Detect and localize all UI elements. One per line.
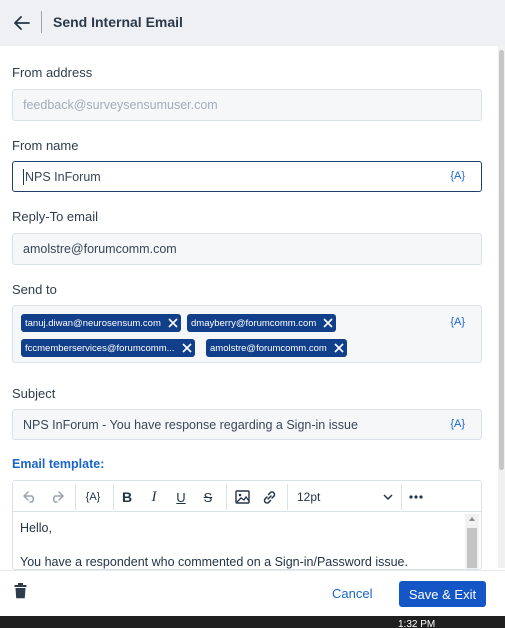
page-scrollbar-thumb[interactable] [499, 50, 504, 470]
strikethrough-icon[interactable]: S [197, 486, 219, 508]
bold-icon[interactable]: B [116, 486, 138, 508]
redo-icon[interactable] [46, 486, 68, 508]
cancel-button[interactable]: Cancel [332, 586, 372, 601]
close-icon[interactable] [165, 315, 181, 331]
reply-to-input[interactable]: amolstre@forumcomm.com [12, 233, 482, 265]
taskbar-clock: 1:32 PM [398, 619, 436, 628]
text-caret [23, 169, 24, 185]
font-size-select[interactable]: 12pt [295, 486, 397, 508]
recipient-chip: dmayberry@forumcomm.com [187, 314, 337, 332]
insert-variable-button[interactable]: {A} [81, 486, 105, 508]
toolbar-divider [401, 484, 402, 510]
header: Send Internal Email [0, 0, 505, 46]
save-exit-button[interactable]: Save & Exit [399, 581, 486, 607]
recipient-chip: fccmemberservices@forumcomm... [21, 339, 195, 357]
recipient-email: dmayberry@forumcomm.com [191, 317, 317, 329]
email-body-line: Hello, [20, 521, 52, 535]
insert-variable-button[interactable]: {A} [450, 418, 465, 430]
taskbar: 1:32 PM [0, 616, 505, 628]
send-to-label: Send to [12, 282, 57, 297]
trash-icon[interactable] [14, 583, 30, 601]
send-to-field[interactable]: tanuj.diwan@neurosensum.com dmayberry@fo… [12, 305, 482, 363]
back-arrow-icon[interactable] [10, 11, 34, 35]
recipient-email: amolstre@forumcomm.com [210, 342, 327, 354]
recipient-email: fccmemberservices@forumcomm... [25, 342, 175, 354]
email-template-label: Email template: [12, 457, 105, 471]
from-address-field[interactable]: feedback@surveysensumuser.com [12, 89, 482, 121]
close-icon[interactable] [320, 315, 336, 331]
email-body-line: You have a respondent who commented on a… [20, 555, 408, 569]
reply-to-value: amolstre@forumcomm.com [23, 242, 177, 256]
page-scrollbar[interactable] [498, 46, 505, 568]
header-divider [41, 11, 42, 33]
image-icon[interactable] [231, 486, 253, 508]
toolbar-divider [287, 484, 288, 510]
from-name-input[interactable]: NPS InForum {A} [12, 161, 482, 192]
recipient-email: tanuj.diwan@neurosensum.com [25, 317, 161, 329]
reply-to-label: Reply-To email [12, 209, 98, 224]
recipient-chip: amolstre@forumcomm.com [206, 339, 347, 357]
toolbar-divider [226, 484, 227, 510]
more-icon[interactable] [405, 486, 427, 508]
footer: Cancel Save & Exit [0, 570, 505, 616]
chevron-down-icon [383, 490, 393, 504]
scroll-up-arrow[interactable] [469, 517, 475, 521]
insert-variable-button[interactable]: {A} [450, 170, 465, 182]
from-address-placeholder: feedback@surveysensumuser.com [23, 98, 218, 112]
recipient-chip: tanuj.diwan@neurosensum.com [21, 314, 181, 332]
undo-icon[interactable] [19, 486, 41, 508]
font-size-value: 12pt [297, 490, 321, 504]
editor-scrollbar-thumb[interactable] [467, 528, 477, 568]
page-title: Send Internal Email [53, 14, 183, 30]
email-template-editor[interactable]: {A} B I U S 12pt Hello, You have a respo… [12, 480, 482, 570]
editor-toolbar: {A} B I U S 12pt [13, 481, 481, 512]
insert-variable-button[interactable]: {A} [450, 316, 465, 328]
subject-input[interactable]: NPS InForum - You have response regardin… [12, 409, 482, 440]
italic-icon[interactable]: I [143, 486, 165, 508]
editor-scrollbar[interactable] [465, 514, 479, 569]
close-icon[interactable] [331, 340, 347, 356]
subject-value: NPS InForum - You have response regardin… [23, 418, 358, 432]
from-name-value: NPS InForum [25, 170, 101, 184]
from-name-label: From name [12, 138, 79, 153]
close-icon[interactable] [179, 340, 195, 356]
underline-icon[interactable]: U [170, 486, 192, 508]
toolbar-divider [75, 484, 76, 510]
toolbar-divider [113, 484, 114, 510]
subject-label: Subject [12, 386, 56, 401]
email-body[interactable]: Hello, You have a respondent who comment… [20, 521, 408, 569]
from-address-label: From address [12, 65, 93, 80]
link-icon[interactable] [258, 486, 280, 508]
